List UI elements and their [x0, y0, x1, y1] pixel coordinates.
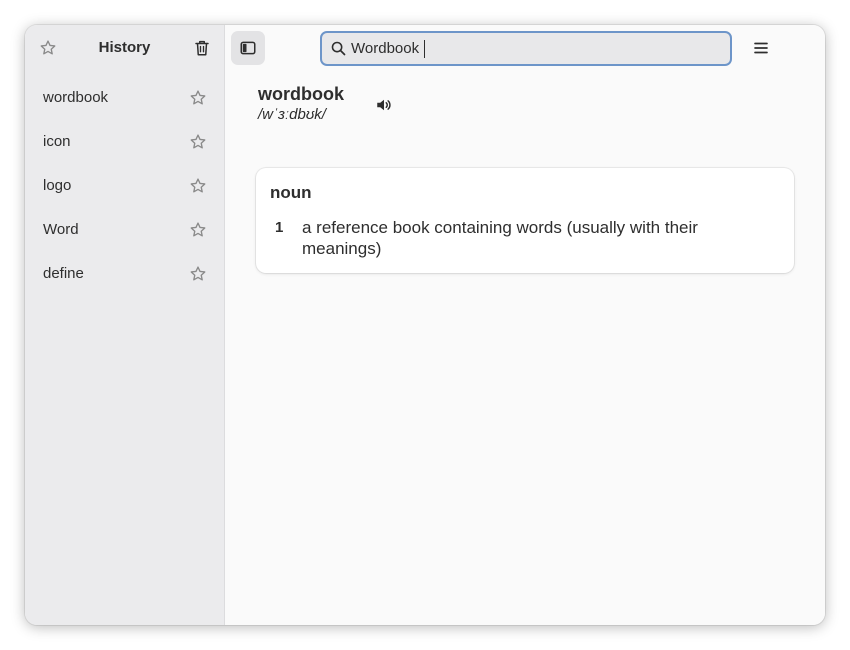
hamburger-menu-icon [754, 42, 768, 54]
clear-history-button[interactable] [188, 34, 216, 62]
text-caret [424, 40, 425, 58]
app-window: History wordbook icon logo Word define W… [25, 25, 825, 625]
part-of-speech: noun [270, 183, 312, 202]
history-list: wordbook icon logo Word define [25, 76, 224, 296]
history-item-label: wordbook [43, 89, 109, 106]
search-icon [331, 41, 346, 56]
history-item-icon[interactable]: icon [25, 120, 224, 164]
history-item-label: define [43, 265, 84, 282]
history-item-label: logo [43, 177, 72, 194]
star-outline-icon[interactable] [187, 87, 209, 109]
entry-content: wordbook /wˈɜːdbʊk/ noun 1 a reference b… [225, 71, 825, 625]
history-item-wordbook[interactable]: wordbook [25, 76, 224, 120]
definition-card: noun 1 a reference book containing words… [256, 168, 794, 273]
sidebar: History wordbook icon logo Word define [25, 25, 225, 625]
main-pane: wordbook /wˈɜːdbʊk/ noun 1 a reference b… [225, 25, 825, 625]
search-input[interactable] [351, 33, 721, 64]
entry-pronunciation: /wˈɜːdbʊk/ [258, 106, 326, 123]
toggle-sidebar-button[interactable] [231, 31, 265, 65]
sidebar-header: History [25, 25, 224, 71]
star-outline-icon[interactable] [187, 263, 209, 285]
history-item-logo[interactable]: logo [25, 164, 224, 208]
star-outline-icon[interactable] [187, 219, 209, 241]
main-menu-button[interactable] [747, 34, 775, 62]
star-outline-icon[interactable] [187, 175, 209, 197]
history-item-word[interactable]: Word [25, 208, 224, 252]
history-item-label: Word [43, 221, 79, 238]
speaker-icon [377, 99, 391, 111]
history-item-label: icon [43, 133, 71, 150]
definition-text: a reference book containing words (usual… [302, 218, 698, 258]
trash-icon [195, 40, 209, 56]
definition-number: 1 [275, 219, 284, 236]
history-item-define[interactable]: define [25, 252, 224, 296]
star-outline-icon[interactable] [187, 131, 209, 153]
pronounce-button[interactable] [372, 93, 396, 117]
entry-word: wordbook [258, 84, 344, 104]
sidebar-toggle-icon [240, 41, 256, 55]
search-box[interactable] [320, 31, 732, 66]
